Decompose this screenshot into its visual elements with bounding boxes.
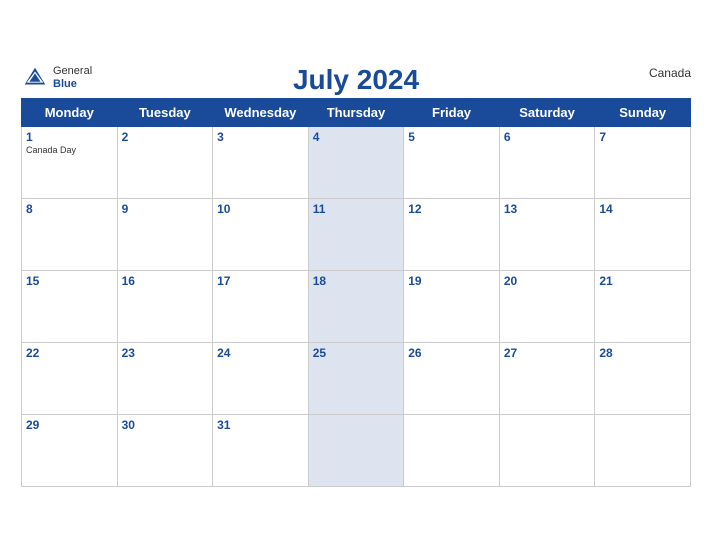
calendar-table: MondayTuesdayWednesdayThursdayFridaySatu… (21, 98, 691, 487)
calendar-title: July 2024 (293, 64, 419, 96)
logo-icon (21, 64, 49, 92)
calendar-cell: 27 (499, 342, 595, 414)
logo: General Blue (21, 64, 92, 92)
day-number: 3 (217, 130, 304, 144)
day-number: 7 (599, 130, 686, 144)
calendar: General Blue July 2024 Canada MondayTues… (11, 54, 701, 497)
day-number: 11 (313, 202, 400, 216)
weekday-header-friday: Friday (404, 98, 500, 126)
calendar-cell: 21 (595, 270, 691, 342)
logo-text: General Blue (53, 65, 92, 89)
day-number: 25 (313, 346, 400, 360)
week-row-1: 1Canada Day 234567 (22, 126, 691, 198)
header-row: MondayTuesdayWednesdayThursdayFridaySatu… (22, 98, 691, 126)
calendar-cell: 30 (117, 414, 213, 486)
calendar-cell: 13 (499, 198, 595, 270)
day-number: 6 (504, 130, 591, 144)
weekday-header-wednesday: Wednesday (213, 98, 309, 126)
calendar-cell: 31 (213, 414, 309, 486)
week-row-4: 22 23 24 25 26 27 28 (22, 342, 691, 414)
day-number: 8 (26, 202, 113, 216)
calendar-cell: 29 (22, 414, 118, 486)
day-number: 13 (504, 202, 591, 216)
weekday-header-thursday: Thursday (308, 98, 404, 126)
day-number: 17 (217, 274, 304, 288)
calendar-cell: 24 (213, 342, 309, 414)
day-number: 2 (122, 130, 209, 144)
calendar-cell: 5 (404, 126, 500, 198)
calendar-cell (499, 414, 595, 486)
calendar-cell: 15 (22, 270, 118, 342)
holiday-label: Canada Day (26, 145, 113, 155)
calendar-cell: 1Canada Day (22, 126, 118, 198)
day-number: 15 (26, 274, 113, 288)
day-number: 31 (217, 418, 304, 432)
calendar-cell: 19 (404, 270, 500, 342)
weekday-header-monday: Monday (22, 98, 118, 126)
calendar-cell: 16 (117, 270, 213, 342)
day-number: 12 (408, 202, 495, 216)
calendar-cell: 3 (213, 126, 309, 198)
day-number: 28 (599, 346, 686, 360)
day-number: 1 (26, 130, 113, 144)
calendar-cell: 20 (499, 270, 595, 342)
calendar-cell (308, 414, 404, 486)
weekday-header-sunday: Sunday (595, 98, 691, 126)
calendar-cell: 7 (595, 126, 691, 198)
week-row-2: 89 10 11 12 13 14 (22, 198, 691, 270)
calendar-cell (404, 414, 500, 486)
logo-general-text: General (53, 65, 92, 77)
day-number: 26 (408, 346, 495, 360)
day-number: 14 (599, 202, 686, 216)
calendar-cell: 22 (22, 342, 118, 414)
calendar-cell: 18 (308, 270, 404, 342)
calendar-cell: 10 (213, 198, 309, 270)
day-number: 24 (217, 346, 304, 360)
week-row-5: 29 30 31 (22, 414, 691, 486)
calendar-cell: 28 (595, 342, 691, 414)
calendar-cell: 6 (499, 126, 595, 198)
calendar-cell: 4 (308, 126, 404, 198)
day-number: 19 (408, 274, 495, 288)
day-number: 30 (122, 418, 209, 432)
calendar-cell: 14 (595, 198, 691, 270)
weekday-header-saturday: Saturday (499, 98, 595, 126)
calendar-cell: 9 (117, 198, 213, 270)
calendar-cell: 17 (213, 270, 309, 342)
day-number: 16 (122, 274, 209, 288)
day-number: 5 (408, 130, 495, 144)
calendar-cell: 12 (404, 198, 500, 270)
day-number: 10 (217, 202, 304, 216)
day-number: 21 (599, 274, 686, 288)
day-number: 23 (122, 346, 209, 360)
week-row-3: 15 16 17 18 19 20 21 (22, 270, 691, 342)
calendar-cell: 2 (117, 126, 213, 198)
weekday-header-tuesday: Tuesday (117, 98, 213, 126)
day-number: 20 (504, 274, 591, 288)
day-number: 29 (26, 418, 113, 432)
day-number: 27 (504, 346, 591, 360)
calendar-cell: 25 (308, 342, 404, 414)
calendar-cell: 26 (404, 342, 500, 414)
day-number: 18 (313, 274, 400, 288)
day-number: 9 (122, 202, 209, 216)
day-number: 4 (313, 130, 400, 144)
calendar-cell: 8 (22, 198, 118, 270)
logo-blue-text: Blue (53, 78, 92, 90)
calendar-cell (595, 414, 691, 486)
calendar-cell: 23 (117, 342, 213, 414)
calendar-header: General Blue July 2024 Canada (21, 64, 691, 92)
calendar-cell: 11 (308, 198, 404, 270)
country-label: Canada (649, 66, 691, 80)
day-number: 22 (26, 346, 113, 360)
